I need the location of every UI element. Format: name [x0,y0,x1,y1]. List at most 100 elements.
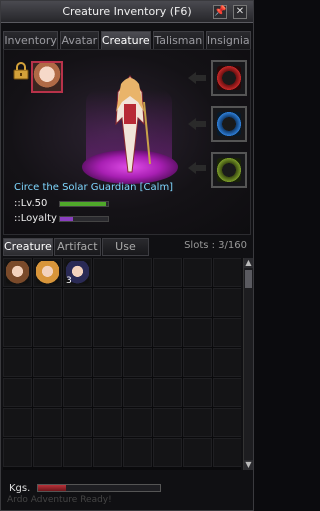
inventory-slot[interactable] [93,288,122,317]
inventory-slot[interactable] [213,378,241,407]
inventory-slot[interactable] [183,318,212,347]
lock-icon[interactable] [12,62,30,80]
inventory-grid: 3 [3,258,241,470]
arrow-left-icon [188,72,206,84]
inventory-slot[interactable] [153,258,182,287]
inventory-slot[interactable] [213,288,241,317]
inventory-slot[interactable] [93,258,122,287]
inventory-slot[interactable]: 3 [63,258,92,287]
inventory-slot[interactable] [33,348,62,377]
inventory-slot[interactable] [93,378,122,407]
title-bar[interactable]: Creature Inventory (F6) 📌 ✕ [1,1,253,23]
creature-preview: Circe the Solar Guardian [Calm] ::Lv.50 … [3,49,251,235]
inventory-slot[interactable] [123,378,152,407]
tab-avatar[interactable]: Avatar [60,31,99,49]
inventory-slot[interactable] [123,408,152,437]
creature-model[interactable] [108,72,152,174]
inventory-tabs: Inventory Avatar Creature Talisman Insig… [3,31,251,49]
tab-creature-items[interactable]: Creature [3,238,53,256]
inventory-slot[interactable] [63,348,92,377]
item-category-tabs: Creature Artifact Use [3,238,149,256]
inventory-slot[interactable] [63,318,92,347]
loyalty-bar [59,216,109,222]
tab-use[interactable]: Use [101,238,149,256]
inventory-slot[interactable] [183,378,212,407]
arrow-left-icon [188,162,206,174]
inventory-slot[interactable] [33,378,62,407]
tab-artifact[interactable]: Artifact [53,238,101,256]
equip-slot-red[interactable] [211,60,247,96]
inventory-slot[interactable] [153,408,182,437]
slots-count: Slots : 3/160 [184,240,247,251]
footer-text: Ardo Adventure Ready! [7,495,112,505]
inventory-slot[interactable] [63,408,92,437]
inventory-slot[interactable] [213,348,241,377]
inventory-slot[interactable] [213,258,241,287]
brown-hair-creature-icon [6,261,29,284]
scroll-up-icon[interactable]: ▲ [244,258,253,268]
close-icon[interactable]: ✕ [233,5,247,19]
creature-portrait[interactable] [31,61,63,93]
inventory-slot[interactable] [123,258,152,287]
inventory-slot[interactable] [33,318,62,347]
scrollbar[interactable]: ▲ ▼ [243,258,253,470]
inventory-slot[interactable] [153,318,182,347]
inventory-slot[interactable] [183,408,212,437]
inventory-slot[interactable] [183,438,212,467]
pin-icon[interactable]: 📌 [213,5,227,19]
scroll-thumb[interactable] [245,270,252,288]
weight-bar-fill [38,485,67,491]
inventory-slot[interactable] [63,378,92,407]
shield-icon [217,158,241,182]
inventory-slot[interactable] [3,318,32,347]
inventory-slot[interactable] [3,438,32,467]
tab-insignia[interactable]: Insignia [205,31,251,49]
inventory-slot[interactable] [183,348,212,377]
inventory-slot[interactable] [183,258,212,287]
scroll-down-icon[interactable]: ▼ [244,460,253,470]
inventory-slot[interactable] [93,438,122,467]
shield-icon [217,66,241,90]
creature-inventory-window: Creature Inventory (F6) 📌 ✕ Inventory Av… [0,0,254,511]
inventory-slot[interactable] [123,318,152,347]
inventory-slot[interactable] [213,438,241,467]
equip-slot-green[interactable] [211,152,247,188]
inventory-slot[interactable] [123,288,152,317]
pet-name: Circe the Solar Guardian [Calm] [14,182,174,193]
shield-icon [217,112,241,136]
inventory-slot[interactable] [153,348,182,377]
inventory-slot[interactable] [213,318,241,347]
inventory-slot[interactable] [183,288,212,317]
inventory-slot[interactable] [93,408,122,437]
inventory-slot[interactable] [63,288,92,317]
weight-label: Kgs. [9,483,31,494]
window-title: Creature Inventory (F6) [62,5,192,18]
inventory-slot[interactable] [63,438,92,467]
tab-talisman[interactable]: Talisman [153,31,204,49]
item-quantity: 3 [66,276,72,286]
inventory-slot[interactable] [33,408,62,437]
level-bar [59,201,109,207]
inventory-slot[interactable] [213,408,241,437]
inventory-slot[interactable] [93,348,122,377]
inventory-slot[interactable] [153,288,182,317]
inventory-slot[interactable] [153,438,182,467]
inventory-slot[interactable] [3,258,32,287]
tab-creature[interactable]: Creature [100,31,151,49]
inventory-slot[interactable] [3,348,32,377]
inventory-slot[interactable] [123,348,152,377]
inventory-slot[interactable] [33,288,62,317]
inventory-slot[interactable] [153,378,182,407]
loyalty-bar-fill [60,217,74,221]
inventory-slot[interactable] [3,378,32,407]
orange-bun-creature-icon [36,261,59,284]
tab-inventory[interactable]: Inventory [3,31,59,49]
inventory-slot[interactable] [3,288,32,317]
inventory-slot[interactable] [93,318,122,347]
inventory-slot[interactable] [123,438,152,467]
inventory-slot[interactable] [33,258,62,287]
weight-bar [37,484,161,492]
inventory-slot[interactable] [33,438,62,467]
equip-slot-blue[interactable] [211,106,247,142]
inventory-slot[interactable] [3,408,32,437]
